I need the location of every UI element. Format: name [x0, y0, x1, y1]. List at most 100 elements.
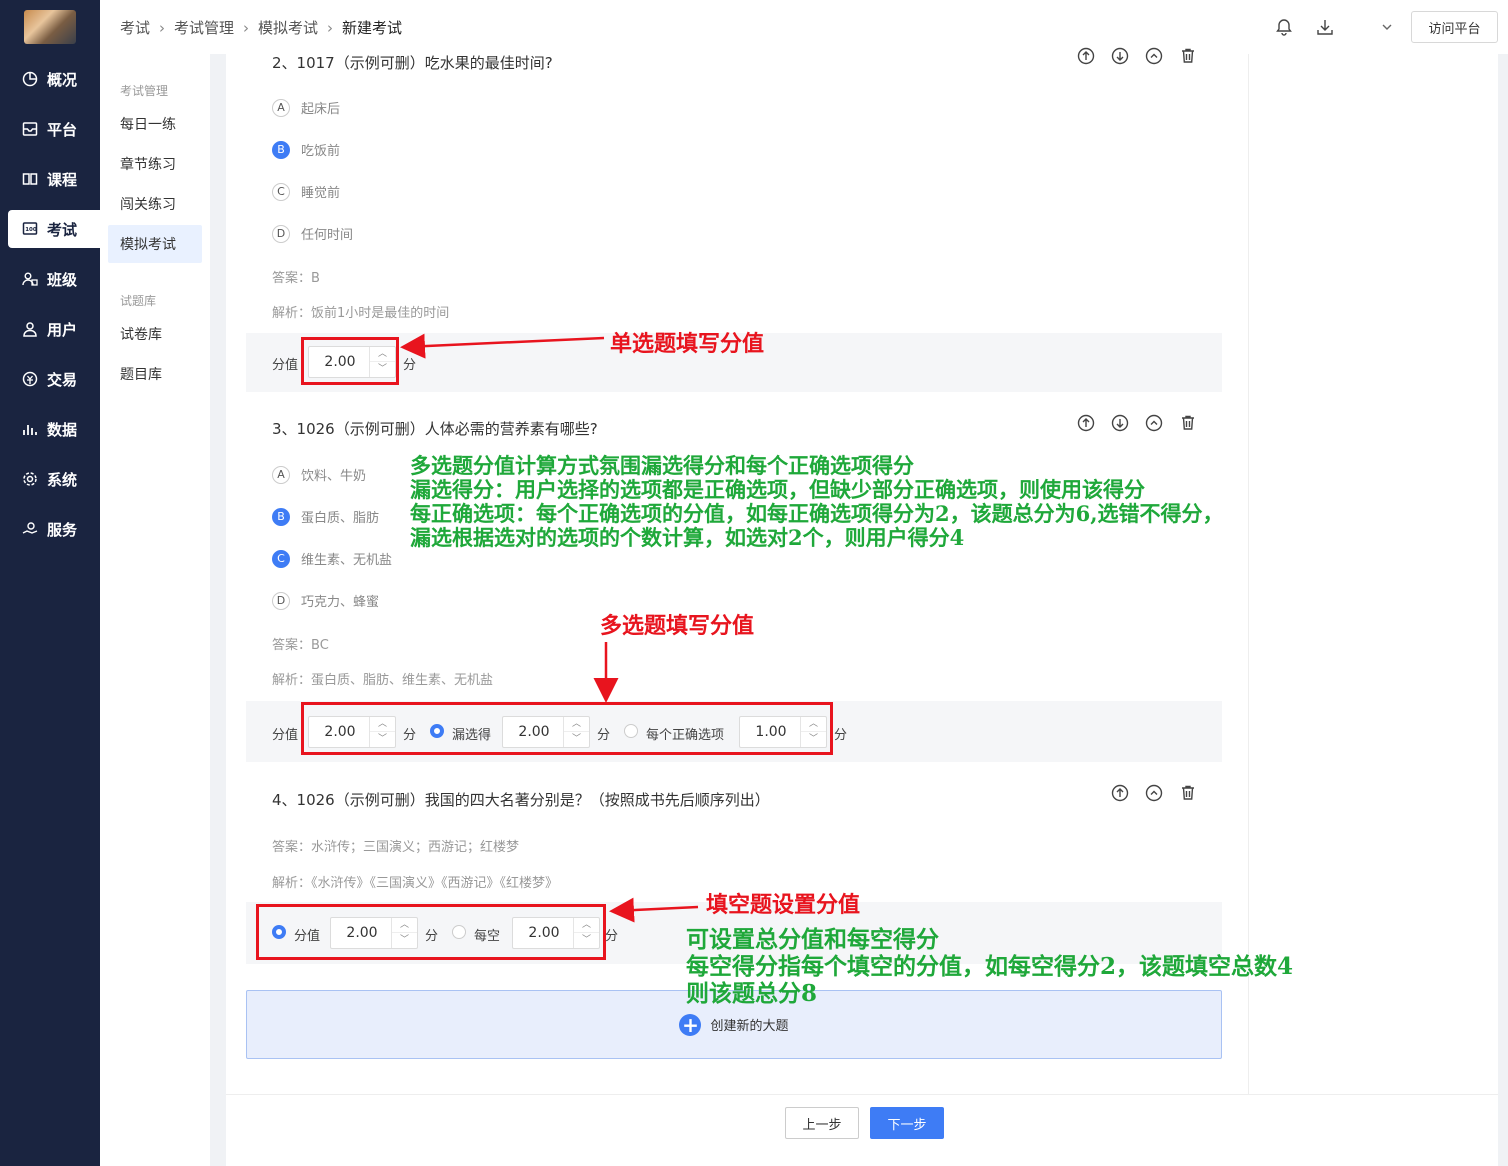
move-up-icon[interactable] [1076, 46, 1096, 66]
option-d[interactable]: D 任何时间 [272, 224, 353, 243]
sidebar-item-course[interactable]: 课程 [8, 160, 100, 198]
chart-pie-icon [22, 71, 38, 87]
analysis-text: 解析：蛋白质、脂肪、维生素、无机盐 [272, 673, 494, 688]
prev-step-button[interactable]: 上一步 [785, 1107, 859, 1139]
sidebar-item-label: 班级 [47, 270, 78, 289]
annotation-box-fill [256, 904, 606, 960]
book-icon [22, 171, 38, 187]
note-line: 漏选根据选对的选项的个数计算，如选对2个，则用户得分4 [410, 525, 965, 550]
user-icon [22, 321, 38, 337]
move-up-icon[interactable] [1076, 413, 1096, 433]
collapse-icon[interactable] [1144, 46, 1164, 66]
annotation-multi-text: 多选题填写分值 [600, 613, 755, 639]
sidebar-item-exam[interactable]: 100 考试 [8, 210, 100, 248]
trash-icon[interactable] [1178, 783, 1198, 803]
breadcrumb-item[interactable]: 模拟考试 [258, 17, 318, 38]
sidebar-item-platform[interactable]: 平台 [8, 110, 100, 148]
note-line: 漏选得分：用户选择的选项都是正确选项，但缺少部分正确选项，则使用该得分 [410, 477, 1145, 502]
breadcrumb: 考试 › 考试管理 › 模拟考试 › 新建考试 [120, 17, 402, 38]
sidebar-item-label: 数据 [47, 420, 78, 439]
option-a[interactable]: A 起床后 [272, 98, 340, 117]
sidebar-item-label: 交易 [47, 370, 78, 389]
option-a[interactable]: A 饮料、牛奶 [272, 465, 366, 484]
analysis-text: 解析：饭前1小时是最佳的时间 [272, 306, 450, 321]
analysis-text: 解析：《水浒传》《三国演义》《西游记》《红楼梦》 [272, 876, 559, 891]
sidebar-item-label: 服务 [47, 520, 78, 539]
sidebar-item-label: 系统 [47, 470, 78, 489]
score-label: 分值 [272, 358, 299, 373]
annotation-multi-note: 多选题分值计算方式氛围漏选得分和每个正确选项得分 漏选得分：用户选择的选项都是正… [410, 454, 1224, 550]
subnav-item-question-bank[interactable]: 题目库 [108, 355, 202, 393]
class-icon [22, 271, 38, 287]
download-icon[interactable] [1315, 17, 1335, 37]
sidebar-item-label: 用户 [47, 320, 78, 339]
subnav-item-challenge[interactable]: 闯关练习 [108, 185, 202, 223]
sidebar-item-trade[interactable]: 交易 [8, 360, 100, 398]
top-header: 考试 › 考试管理 › 模拟考试 › 新建考试 访问平台 [100, 0, 1508, 54]
sidebar-item-service[interactable]: 服务 [8, 510, 100, 548]
create-section-label: 创建新的大题 [710, 1019, 789, 1034]
sidebar-item-overview[interactable]: 概况 [8, 60, 100, 98]
subnav-item-daily[interactable]: 每日一练 [108, 105, 202, 143]
breadcrumb-item[interactable]: 考试管理 [174, 17, 234, 38]
visit-platform-button[interactable]: 访问平台 [1411, 11, 1498, 43]
collapse-icon[interactable] [1144, 783, 1164, 803]
score-unit: 分 [605, 929, 619, 944]
option-b[interactable]: B 吃饭前 [272, 140, 340, 159]
chevron-right-icon: › [159, 18, 166, 37]
trade-icon [22, 371, 38, 387]
option-c[interactable]: C 睡觉前 [272, 182, 340, 201]
option-letter: A [272, 465, 290, 484]
move-down-icon[interactable] [1110, 46, 1130, 66]
option-text: 维生素、无机盐 [301, 553, 393, 568]
bell-icon[interactable] [1274, 17, 1294, 37]
subnav-item-paper-bank[interactable]: 试卷库 [108, 315, 202, 353]
gear-icon [22, 471, 38, 487]
option-text: 任何时间 [301, 228, 354, 243]
next-step-button[interactable]: 下一步 [870, 1107, 944, 1139]
trash-icon[interactable] [1178, 46, 1198, 66]
footer-bar [226, 1094, 1498, 1166]
option-text: 巧克力、蜂蜜 [301, 595, 380, 610]
score-unit: 分 [403, 358, 417, 373]
main-sidebar: 概况 平台 课程 100 考试 班级 用户 交易 数据 系统 服务 [0, 0, 100, 1166]
note-line: 则该题总分8 [686, 980, 818, 1007]
plus-icon: + [679, 1013, 702, 1036]
option-text: 饮料、牛奶 [301, 469, 367, 484]
option-letter: A [272, 98, 290, 117]
subnav-item-mock-exam[interactable]: 模拟考试 [108, 225, 202, 263]
breadcrumb-item[interactable]: 考试 [120, 17, 150, 38]
sidebar-item-class[interactable]: 班级 [8, 260, 100, 298]
question-tools [1110, 783, 1198, 803]
option-b[interactable]: B 蛋白质、脂肪 [272, 507, 379, 526]
sidebar-item-system[interactable]: 系统 [8, 460, 100, 498]
sidebar-item-user[interactable]: 用户 [8, 310, 100, 348]
note-line: 多选题分值计算方式氛围漏选得分和每个正确选项得分 [410, 453, 914, 478]
subnav-item-chapter[interactable]: 章节练习 [108, 145, 202, 183]
chevron-down-icon[interactable] [1380, 19, 1394, 33]
sidebar-item-data[interactable]: 数据 [8, 410, 100, 448]
sub-navigation: 考试管理 每日一练 章节练习 闯关练习 模拟考试 试题库 试卷库 题目库 [100, 54, 210, 1166]
trash-icon[interactable] [1178, 413, 1198, 433]
move-down-icon[interactable] [1110, 413, 1130, 433]
collapse-icon[interactable] [1144, 413, 1164, 433]
platform-icon [22, 121, 38, 137]
move-up-icon[interactable] [1110, 783, 1130, 803]
sidebar-item-label: 平台 [47, 120, 78, 139]
option-d[interactable]: D 巧克力、蜂蜜 [272, 591, 379, 610]
note-line: 每空得分指每个填空的分值，如每空得分2，该题填空总数4 [686, 953, 1294, 980]
option-text: 吃饭前 [301, 144, 341, 159]
service-icon [22, 521, 38, 537]
annotation-box-multi [301, 702, 833, 755]
exam-icon: 100 [22, 221, 38, 237]
question-tools [1076, 46, 1198, 66]
question-title: 4、1026（示例可删）我国的四大名著分别是？（按照成书先后顺序列出） [272, 791, 770, 809]
sidebar-item-label: 考试 [47, 220, 78, 239]
option-c[interactable]: C 维生素、无机盐 [272, 549, 392, 568]
answer-text: 答案：B [272, 271, 320, 286]
sidebar-item-label: 概况 [47, 70, 78, 89]
breadcrumb-current: 新建考试 [342, 19, 403, 37]
logo[interactable] [24, 10, 76, 44]
annotation-fill-note: 可设置总分值和每空得分 每空得分指每个填空的分值，如每空得分2，该题填空总数4 … [686, 926, 1293, 1007]
data-bar-icon [22, 421, 38, 437]
